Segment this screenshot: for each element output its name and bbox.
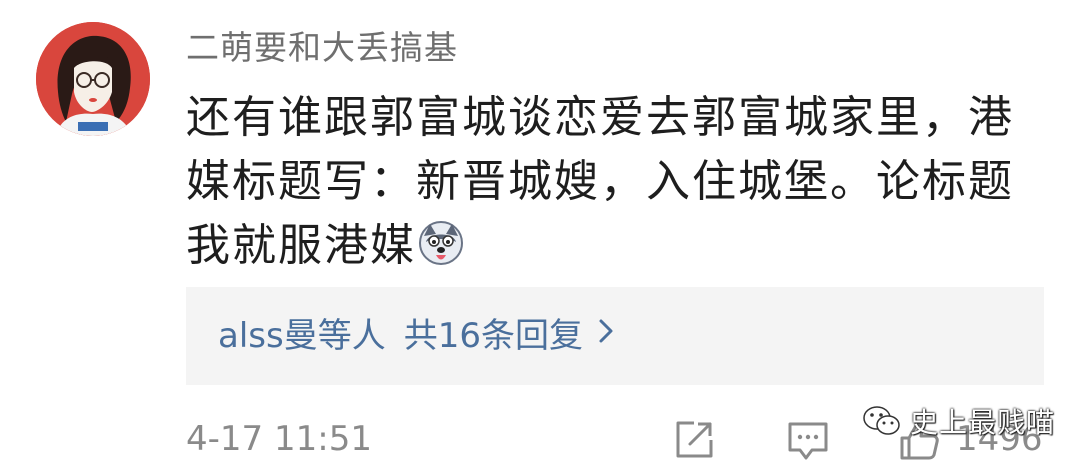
- avatar[interactable]: [36, 22, 150, 136]
- husky-dog-emoji-icon: [419, 221, 463, 265]
- chevron-right-icon[interactable]: [597, 317, 615, 345]
- reply-preview-names[interactable]: alss曼等人: [218, 316, 386, 356]
- reply-preview-box[interactable]: alss曼等人 共16条回复: [186, 287, 1044, 385]
- watermark: 史上最贱喵: [862, 398, 1055, 444]
- avatar-illustration: [36, 22, 150, 136]
- comment-text: 还有谁跟郭富城谈恋爱去郭富城家里，港媒标题写：新晋城嫂，入住城堡。论标题我就服港…: [186, 86, 1046, 278]
- wechat-logo-icon: [863, 406, 900, 435]
- comment-body: 还有谁跟郭富城谈恋爱去郭富城家里，港媒标题写：新晋城嫂，入住城堡。论标题我就服港…: [186, 92, 1014, 271]
- share-icon[interactable]: [672, 418, 716, 462]
- username[interactable]: 二萌要和大丢搞基: [186, 24, 458, 72]
- reply-count-link[interactable]: 共16条回复: [404, 316, 583, 356]
- comment-icon[interactable]: [786, 418, 830, 462]
- watermark-text: 史上最贱喵: [910, 406, 1056, 439]
- comment-timestamp: 4-17 11:51: [186, 419, 372, 459]
- reply-preview-line[interactable]: alss曼等人 共16条回复: [218, 311, 615, 361]
